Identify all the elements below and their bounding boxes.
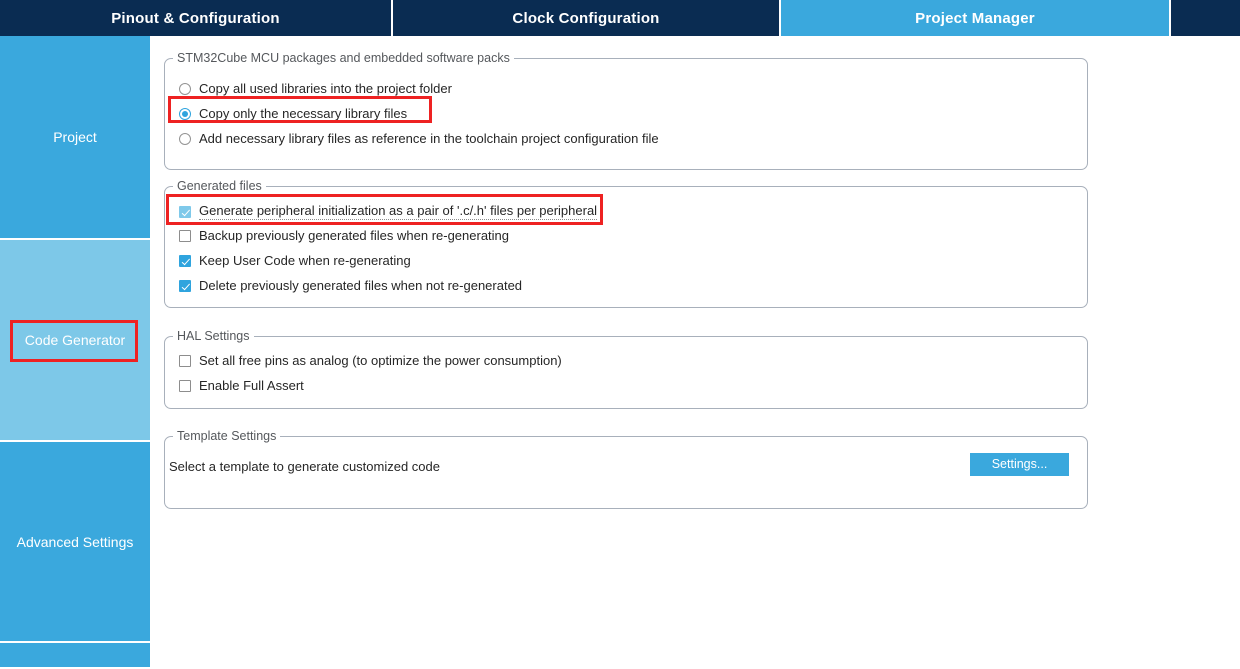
tab-label: Clock Configuration bbox=[512, 9, 660, 27]
sidebar-item-advanced-settings[interactable]: Advanced Settings bbox=[0, 442, 150, 643]
checkbox-icon[interactable] bbox=[179, 379, 191, 392]
tab-project-manager[interactable]: Project Manager bbox=[781, 0, 1171, 36]
radio-icon[interactable] bbox=[179, 132, 191, 145]
option-label: Generate peripheral initialization as a … bbox=[199, 203, 598, 220]
checkbox-generate-peripheral-init-pair[interactable]: Generate peripheral initialization as a … bbox=[179, 203, 598, 220]
sidebar-item-code-generator[interactable]: Code Generator bbox=[0, 240, 150, 442]
group-legend: STM32Cube MCU packages and embedded soft… bbox=[173, 51, 514, 65]
option-label: Enable Full Assert bbox=[199, 378, 304, 393]
option-label: Delete previously generated files when n… bbox=[199, 278, 523, 293]
tab-label: Project Manager bbox=[915, 9, 1035, 27]
checkbox-icon[interactable] bbox=[179, 279, 191, 292]
option-label: Copy all used libraries into the project… bbox=[199, 81, 452, 96]
sidebar-filler bbox=[0, 643, 150, 667]
tab-pinout-and-configuration[interactable]: Pinout & Configuration bbox=[0, 0, 393, 36]
template-description: Select a template to generate customized… bbox=[169, 459, 440, 474]
option-label: Add necessary library files as reference… bbox=[199, 131, 659, 146]
group-generated-files: Generated files Generate peripheral init… bbox=[164, 179, 1088, 308]
tab-clock-configuration[interactable]: Clock Configuration bbox=[393, 0, 781, 36]
checkbox-icon[interactable] bbox=[179, 254, 191, 267]
radio-icon[interactable] bbox=[179, 82, 191, 95]
option-label: Copy only the necessary library files bbox=[199, 106, 408, 121]
sidebar: Project Code Generator Advanced Settings bbox=[0, 36, 150, 669]
sidebar-item-label: Code Generator bbox=[24, 332, 126, 348]
radio-icon[interactable] bbox=[179, 107, 191, 120]
checkbox-icon[interactable] bbox=[179, 205, 191, 218]
group-template-settings: Template Settings Select a template to g… bbox=[164, 429, 1088, 509]
project-manager-panel: STM32Cube MCU packages and embedded soft… bbox=[150, 36, 1240, 669]
group-hal-settings: HAL Settings Set all free pins as analog… bbox=[164, 329, 1088, 409]
checkbox-icon[interactable] bbox=[179, 354, 191, 367]
option-label: Keep User Code when re-generating bbox=[199, 253, 411, 268]
checkbox-icon[interactable] bbox=[179, 229, 191, 242]
group-legend: Generated files bbox=[173, 179, 266, 193]
option-label: Set all free pins as analog (to optimize… bbox=[199, 353, 562, 368]
checkbox-set-free-pins-analog[interactable]: Set all free pins as analog (to optimize… bbox=[179, 353, 562, 368]
sidebar-item-label: Advanced Settings bbox=[16, 533, 134, 550]
main-tab-bar: Pinout & Configuration Clock Configurati… bbox=[0, 0, 1240, 36]
radio-add-as-reference[interactable]: Add necessary library files as reference… bbox=[179, 131, 659, 146]
option-label: Backup previously generated files when r… bbox=[199, 228, 510, 243]
sidebar-item-label: Project bbox=[53, 129, 97, 145]
checkbox-keep-user-code[interactable]: Keep User Code when re-generating bbox=[179, 253, 411, 268]
radio-copy-all-libraries[interactable]: Copy all used libraries into the project… bbox=[179, 81, 452, 96]
template-settings-button[interactable]: Settings... bbox=[970, 453, 1069, 476]
group-legend: HAL Settings bbox=[173, 329, 254, 343]
tab-label: Pinout & Configuration bbox=[111, 9, 280, 27]
checkbox-delete-previously-generated[interactable]: Delete previously generated files when n… bbox=[179, 278, 522, 293]
tab-bar-filler bbox=[1171, 0, 1240, 36]
radio-copy-only-necessary[interactable]: Copy only the necessary library files bbox=[179, 106, 407, 121]
group-mcu-packages: STM32Cube MCU packages and embedded soft… bbox=[164, 51, 1088, 170]
group-legend: Template Settings bbox=[173, 429, 281, 443]
checkbox-enable-full-assert[interactable]: Enable Full Assert bbox=[179, 378, 304, 393]
checkbox-backup-previously-generated[interactable]: Backup previously generated files when r… bbox=[179, 228, 509, 243]
sidebar-item-project[interactable]: Project bbox=[0, 36, 150, 240]
